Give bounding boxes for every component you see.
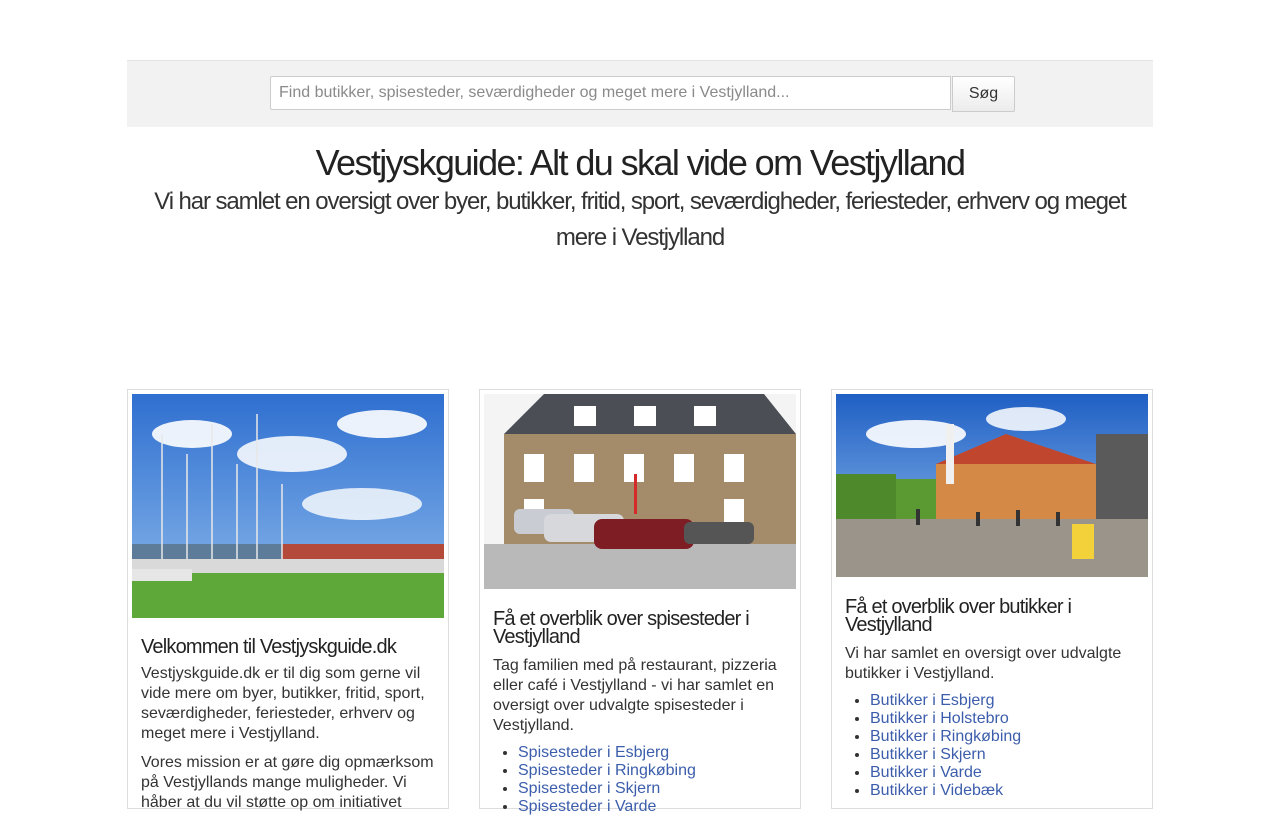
page-title: Vestjyskguide: Alt du skal vide om Vestj… xyxy=(315,142,966,183)
list-item: Butikker i Videbæk xyxy=(870,782,1139,800)
list-item: Butikker i Holstebro xyxy=(870,710,1139,728)
link-butikker-varde[interactable]: Butikker i Varde xyxy=(870,764,982,781)
list-item: Spisesteder i Varde xyxy=(518,798,787,816)
card-shops: Få et overblik over butikker i Vestjylla… xyxy=(831,389,1153,809)
card-text: Vi har samlet en oversigt over udvalgte … xyxy=(845,645,1122,682)
page-subtitle: Vi har samlet en oversigt over byer, but… xyxy=(154,188,1127,251)
list-item: Butikker i Varde xyxy=(870,764,1139,782)
search-input[interactable] xyxy=(270,76,951,110)
card-restaurants: Få et overblik over spisesteder i Vestjy… xyxy=(479,389,801,815)
list-item: Spisesteder i Esbjerg xyxy=(518,744,787,762)
link-butikker-holstebro[interactable]: Butikker i Holstebro xyxy=(870,710,1009,727)
link-butikker-videbaek[interactable]: Butikker i Videbæk xyxy=(870,782,1003,799)
list-item: Butikker i Ringkøbing xyxy=(870,728,1139,746)
card-text: Vestjyskguide.dk er til dig som gerne vi… xyxy=(141,665,425,742)
card-welcome: Velkommen til Vestjyskguide.dk Vestjyskg… xyxy=(127,389,449,811)
town-square-photo xyxy=(836,394,1148,577)
link-butikker-esbjerg[interactable]: Butikker i Esbjerg xyxy=(870,692,995,709)
link-list: Spisesteder i Esbjerg Spisesteder i Ring… xyxy=(493,744,787,816)
link-spisesteder-ringkobing[interactable]: Spisesteder i Ringkøbing xyxy=(518,762,696,779)
list-item: Spisesteder i Ringkøbing xyxy=(518,762,787,780)
link-butikker-ringkobing[interactable]: Butikker i Ringkøbing xyxy=(870,728,1021,745)
card-heading: Få et overblik over spisesteder i Vestjy… xyxy=(493,608,750,648)
search-bar: Søg xyxy=(127,60,1153,127)
link-butikker-skjern[interactable]: Butikker i Skjern xyxy=(870,746,986,763)
link-spisesteder-varde[interactable]: Spisesteder i Varde xyxy=(518,798,656,815)
harbor-photo xyxy=(132,394,444,618)
link-spisesteder-skjern[interactable]: Spisesteder i Skjern xyxy=(518,780,660,797)
hero: Vestjyskguide: Alt du skal vide om Vestj… xyxy=(127,142,1153,256)
card-text: Tag familien med på restaurant, pizzeria… xyxy=(493,657,777,734)
list-item: Butikker i Esbjerg xyxy=(870,692,1139,710)
card-heading: Velkommen til Vestjyskguide.dk xyxy=(141,636,397,658)
search-button[interactable]: Søg xyxy=(952,76,1015,112)
card-text: Vores mission er at gøre dig opmærksom p… xyxy=(141,754,434,811)
link-spisesteder-esbjerg[interactable]: Spisesteder i Esbjerg xyxy=(518,744,669,761)
list-item: Spisesteder i Skjern xyxy=(518,780,787,798)
card-heading: Få et overblik over butikker i Vestjylla… xyxy=(845,596,1072,636)
list-item: Butikker i Skjern xyxy=(870,746,1139,764)
link-list: Butikker i Esbjerg Butikker i Holstebro … xyxy=(845,692,1139,800)
restaurant-building-photo xyxy=(484,394,796,589)
